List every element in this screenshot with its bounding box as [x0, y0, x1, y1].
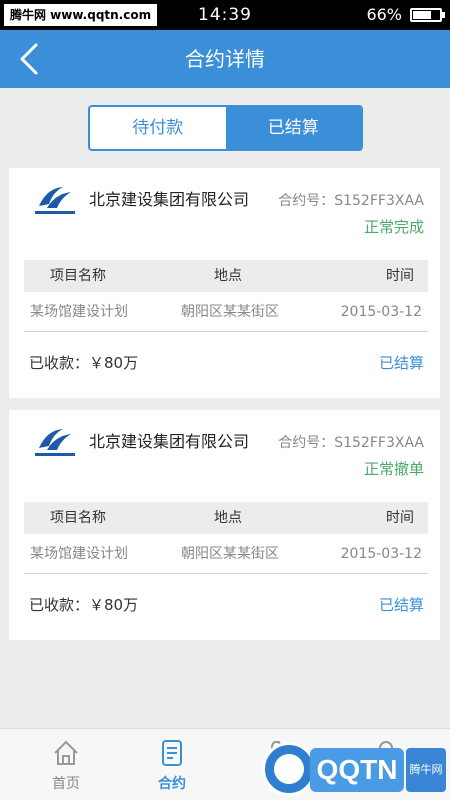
- battery-percent: 66%: [366, 5, 402, 24]
- column-header-time: 时间: [386, 510, 414, 526]
- tab-home[interactable]: 首页: [10, 729, 122, 800]
- tab-home-label: 首页: [52, 776, 80, 792]
- contract-number: 合约号：S152FF3XAA: [278, 435, 424, 451]
- column-header-project: 项目名称: [50, 268, 106, 284]
- page-title: 合约详情: [185, 47, 265, 71]
- tab-settled[interactable]: 已结算: [225, 107, 361, 149]
- cell-time: 2015-03-12: [340, 304, 422, 320]
- watermark-text: QQTN: [310, 748, 404, 792]
- column-header-location: 地点: [214, 268, 242, 284]
- table-row: 某场馆建设计划 朝阳区某某街区 2015-03-12: [24, 292, 428, 332]
- status-badge: 正常完成: [363, 218, 424, 236]
- contract-card[interactable]: 北京建设集团有限公司 合约号：S152FF3XAA 正常撤单 项目名称 地点 时…: [9, 410, 440, 640]
- contract-number: 合约号：S152FF3XAA: [278, 193, 424, 209]
- status-badge: 正常撤单: [363, 460, 424, 478]
- contract-card[interactable]: 北京建设集团有限公司 合约号：S152FF3XAA 正常完成 项目名称 地点 时…: [9, 168, 440, 398]
- home-icon: [54, 740, 78, 765]
- cell-location: 朝阳区某某街区: [181, 546, 279, 562]
- company-logo-icon: [35, 187, 75, 214]
- document-icon: [162, 740, 182, 766]
- nav-bar: 合约详情: [0, 30, 450, 88]
- column-header-project: 项目名称: [50, 510, 106, 526]
- received-amount: 已收款：￥80万: [29, 596, 139, 614]
- settled-link[interactable]: 已结算: [379, 352, 424, 373]
- status-bar: 腾牛网 www.qqtn.com 14:39 66%: [0, 0, 450, 30]
- cell-project: 某场馆建设计划: [30, 546, 128, 562]
- watermark-logo-icon: [262, 742, 316, 796]
- tab-pending-payment[interactable]: 待付款: [90, 107, 226, 149]
- column-header-location: 地点: [214, 510, 242, 526]
- site-watermark: QQTN 腾牛网: [262, 740, 448, 798]
- cell-location: 朝阳区某某街区: [181, 304, 279, 320]
- received-amount: 已收款：￥80万: [29, 354, 139, 372]
- company-name: 北京建设集团有限公司: [89, 432, 250, 451]
- column-header-time: 时间: [386, 268, 414, 284]
- table-row: 某场馆建设计划 朝阳区某某街区 2015-03-12: [24, 534, 428, 574]
- tab-contracts[interactable]: 合约: [116, 729, 228, 800]
- segmented-tabs: 待付款 已结算: [88, 105, 363, 151]
- settled-link[interactable]: 已结算: [379, 594, 424, 615]
- cell-time: 2015-03-12: [340, 546, 422, 562]
- table-header: 项目名称 地点 时间: [24, 260, 428, 292]
- cell-project: 某场馆建设计划: [30, 304, 128, 320]
- company-logo-icon: [35, 429, 75, 456]
- tab-contracts-label: 合约: [158, 776, 186, 792]
- battery-icon: [410, 8, 445, 22]
- table-header: 项目名称 地点 时间: [24, 502, 428, 534]
- company-name: 北京建设集团有限公司: [89, 190, 250, 209]
- watermark-small-text: 腾牛网: [406, 748, 446, 792]
